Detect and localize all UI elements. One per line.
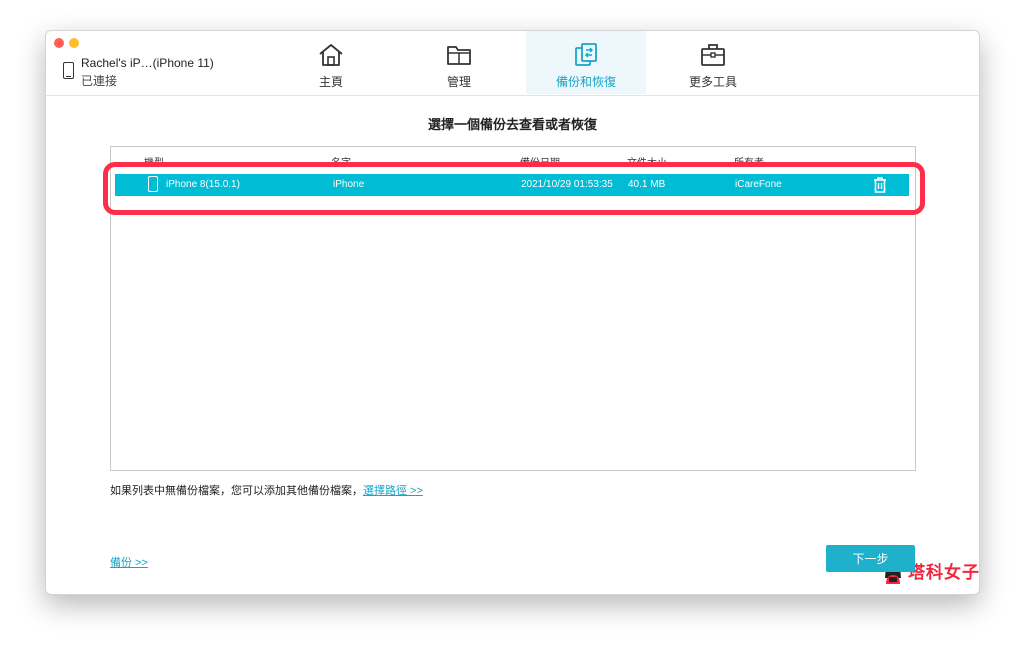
title-bar: Rachel's iP…(iPhone 11) 已連接 主頁 管理 備份和恢復 … — [46, 31, 979, 96]
device-status: 已連接 — [81, 74, 118, 88]
device-name: Rachel's iP…(iPhone 11) — [81, 56, 214, 70]
tab-backup-restore-label: 備份和恢復 — [555, 75, 616, 89]
tab-home[interactable]: 主頁 — [271, 31, 391, 94]
home-icon — [319, 44, 343, 66]
toolbox-icon — [701, 44, 725, 66]
tab-manage[interactable]: 管理 — [399, 31, 519, 94]
tab-backup-restore[interactable]: 備份和恢復 — [526, 31, 646, 94]
backup-link[interactable]: 備份 >> — [110, 554, 148, 570]
next-button[interactable]: 下一步 — [826, 545, 915, 572]
folder-icon — [447, 46, 471, 65]
tab-more-tools[interactable]: 更多工具 — [653, 31, 773, 94]
choose-path-link[interactable]: 選擇路徑 >> — [363, 485, 423, 497]
tab-more-tools-label: 更多工具 — [688, 75, 737, 89]
backup-note: 如果列表中無備份檔案，您可以添加其他備份檔案，選擇路徑 >> — [110, 482, 423, 498]
minimize-window-button[interactable] — [69, 38, 79, 48]
backup-note-text: 如果列表中無備份檔案，您可以添加其他備份檔案， — [110, 485, 363, 497]
app-window: Rachel's iP…(iPhone 11) 已連接 主頁 管理 備份和恢復 … — [45, 30, 980, 595]
watermark-text: 塔科女子 — [908, 563, 980, 582]
backup-restore-icon — [575, 43, 597, 66]
selection-highlight — [103, 162, 925, 215]
page-title: 選擇一個備份去查看或者恢復 — [427, 117, 597, 132]
tab-manage-label: 管理 — [446, 75, 471, 89]
phone-icon — [63, 62, 74, 79]
close-window-button[interactable] — [54, 38, 64, 48]
tab-home-label: 主頁 — [318, 75, 343, 89]
